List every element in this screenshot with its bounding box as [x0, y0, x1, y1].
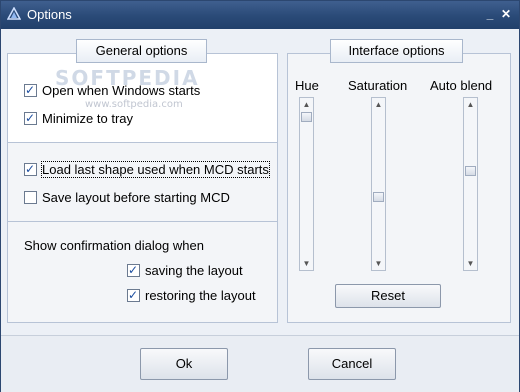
general-section-confirmation: Show confirmation dialog when saving the… [8, 221, 277, 322]
hue-slider[interactable]: ▲ ▼ [299, 97, 314, 271]
window-title: Options [27, 7, 72, 22]
softpedia-watermark-url: www.softpedia.com [85, 99, 183, 110]
general-options-header: General options [76, 39, 207, 63]
minimize-button[interactable]: _ [484, 8, 496, 20]
interface-options-header: Interface options [330, 39, 463, 63]
general-options-panel: Open when Windows starts Minimize to tra… [7, 53, 278, 323]
dialog-footer: Ok Cancel [1, 335, 519, 392]
minimize-to-tray-checkbox[interactable]: Minimize to tray [24, 109, 133, 128]
options-body: Open when Windows starts Minimize to tra… [7, 31, 513, 331]
hue-slider-thumb[interactable] [301, 112, 312, 122]
options-window: Options _ ✕ Open when Windows starts Min… [0, 0, 520, 392]
slider-up-arrow-icon[interactable]: ▲ [464, 98, 477, 111]
auto-blend-label: Auto blend [430, 78, 493, 93]
general-section-layout: Load last shape used when MCD starts Sav… [8, 142, 277, 222]
saving-layout-checkbox[interactable]: saving the layout [127, 261, 243, 280]
slider-up-arrow-icon[interactable]: ▲ [372, 98, 385, 111]
load-last-shape-checkbox[interactable]: Load last shape used when MCD starts [24, 160, 270, 179]
close-button[interactable]: ✕ [500, 8, 512, 20]
auto-blend-slider[interactable]: ▲ ▼ [463, 97, 478, 271]
checkbox-box[interactable] [24, 191, 37, 205]
checkbox-box[interactable] [24, 109, 37, 127]
slider-down-arrow-icon[interactable]: ▼ [464, 257, 477, 270]
auto-blend-slider-thumb[interactable] [465, 165, 476, 176]
reset-button[interactable]: Reset [335, 284, 441, 308]
app-logo-icon [7, 7, 21, 20]
slider-up-arrow-icon[interactable]: ▲ [300, 98, 313, 111]
checkbox-box[interactable] [127, 286, 140, 304]
checkbox-box[interactable] [24, 160, 37, 178]
saturation-slider-thumb[interactable] [373, 192, 384, 203]
hue-label: Hue [295, 78, 319, 93]
slider-down-arrow-icon[interactable]: ▼ [300, 257, 313, 270]
cancel-button[interactable]: Cancel [308, 348, 396, 380]
save-layout-checkbox[interactable]: Save layout before starting MCD [24, 189, 230, 207]
slider-down-arrow-icon[interactable]: ▼ [372, 257, 385, 270]
ok-button[interactable]: Ok [140, 348, 228, 380]
title-bar[interactable]: Options _ ✕ [1, 1, 519, 29]
softpedia-watermark: SOFTPEDIA [55, 66, 200, 90]
interface-options-panel: Hue Saturation Auto blend ▲ ▼ ▲ ▼ ▲ ▼ Re… [287, 53, 511, 323]
saturation-label: Saturation [348, 78, 408, 93]
saturation-slider[interactable]: ▲ ▼ [371, 97, 386, 271]
restoring-layout-checkbox[interactable]: restoring the layout [127, 286, 256, 305]
confirmation-heading: Show confirmation dialog when [24, 238, 204, 253]
checkbox-box[interactable] [127, 261, 140, 279]
checkbox-box[interactable] [24, 81, 37, 99]
